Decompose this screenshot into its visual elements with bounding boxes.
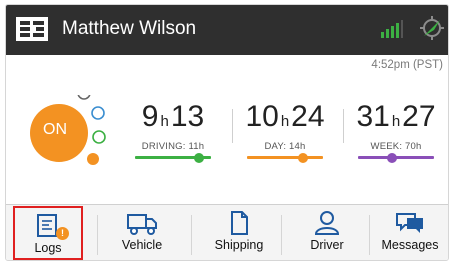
day-limit-label: DAY: 14h (264, 141, 306, 152)
day-progress (247, 152, 323, 163)
nav-divider (191, 215, 192, 255)
clock-divider (232, 109, 233, 143)
truck-icon (127, 214, 157, 235)
day-progress-marker (298, 152, 309, 163)
week-clock: 31 h27 WEEK: 70h (354, 100, 438, 163)
header-bar: Matthew Wilson (6, 5, 448, 55)
clock-divider (343, 109, 344, 143)
nav-shipping-label: Shipping (214, 238, 264, 252)
nav-shipping[interactable]: Shipping (196, 205, 282, 260)
logo-icon (16, 17, 48, 41)
week-progress-marker (387, 152, 398, 163)
nav-divider (281, 215, 282, 255)
nav-messages-label: Messages (381, 238, 439, 252)
driving-limit-label: DRIVING: 11h (141, 141, 205, 152)
person-icon (314, 211, 340, 235)
driving-clock: 9 h13 DRIVING: 11h (131, 100, 215, 163)
logs-alert-badge: ! (56, 227, 69, 240)
app-window: Matthew Wilson 4:52pm (PST) ON 9 h13 DRIV (5, 4, 449, 261)
nav-messages[interactable]: Messages (371, 205, 448, 260)
current-time: 4:52pm (PST) (371, 59, 443, 71)
nav-driver-label: Driver (310, 238, 344, 252)
driving-time: 9 h13 (141, 100, 205, 133)
driving-progress-marker (193, 152, 204, 163)
driving-progress (135, 152, 211, 163)
nav-divider (97, 215, 98, 255)
document-icon (231, 211, 248, 235)
nav-logs-label: Logs (34, 241, 62, 255)
nav-logs[interactable]: ! Logs (13, 206, 83, 260)
day-time: 10 h24 (245, 100, 325, 133)
bottom-nav: ! Logs Vehicle Shipping Driver Messages (6, 204, 448, 260)
nav-vehicle-label: Vehicle (121, 238, 163, 252)
week-limit-label: WEEK: 70h (370, 141, 422, 152)
day-clock: 10 h24 DAY: 14h (243, 100, 327, 163)
week-time: 31 h27 (356, 100, 436, 133)
chat-icon (396, 213, 423, 233)
nav-driver[interactable]: Driver (286, 205, 368, 260)
duty-status-label: ON (43, 121, 67, 138)
week-progress (358, 152, 434, 163)
nav-divider (369, 215, 370, 255)
driver-name: Matthew Wilson (62, 18, 197, 39)
nav-vehicle[interactable]: Vehicle (103, 205, 181, 260)
signal-bars-icon (381, 20, 403, 38)
gps-icon (420, 16, 444, 40)
